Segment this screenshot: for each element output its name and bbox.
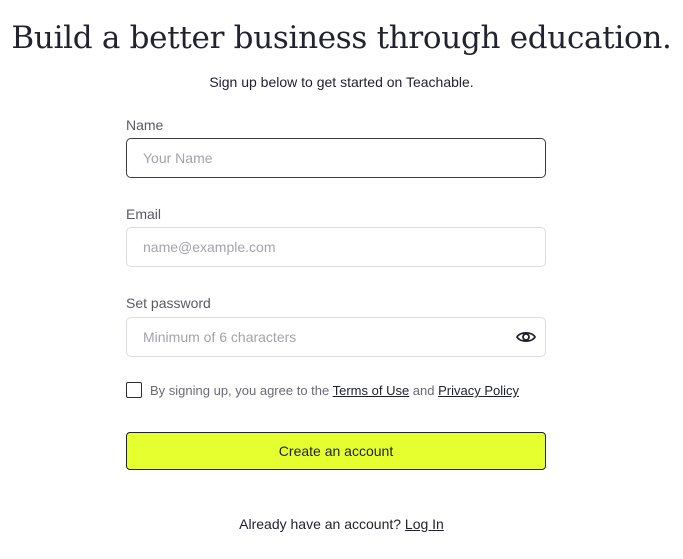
terms-of-use-link[interactable]: Terms of Use	[333, 383, 410, 398]
signup-page: Build a better business through educatio…	[0, 0, 683, 559]
privacy-policy-link[interactable]: Privacy Policy	[438, 383, 519, 398]
create-account-button[interactable]: Create an account	[126, 432, 546, 470]
page-title: Build a better business through educatio…	[11, 20, 672, 56]
login-prompt: Already have an account? Log In	[0, 515, 683, 533]
login-link[interactable]: Log In	[405, 516, 444, 532]
name-field[interactable]	[126, 138, 546, 178]
eye-icon[interactable]	[514, 327, 538, 347]
terms-conjunction: and	[409, 383, 439, 398]
email-label: Email	[126, 206, 162, 222]
login-prompt-text: Already have an account?	[239, 516, 405, 532]
name-label: Name	[126, 117, 164, 133]
terms-prefix: By signing up, you agree to the	[150, 383, 333, 398]
password-label: Set password	[126, 295, 211, 311]
email-field[interactable]	[126, 227, 546, 267]
terms-checkbox[interactable]	[126, 382, 142, 398]
page-subtitle: Sign up below to get started on Teachabl…	[209, 74, 474, 90]
terms-text: By signing up, you agree to the Terms of…	[150, 382, 519, 399]
password-field[interactable]	[126, 317, 546, 357]
